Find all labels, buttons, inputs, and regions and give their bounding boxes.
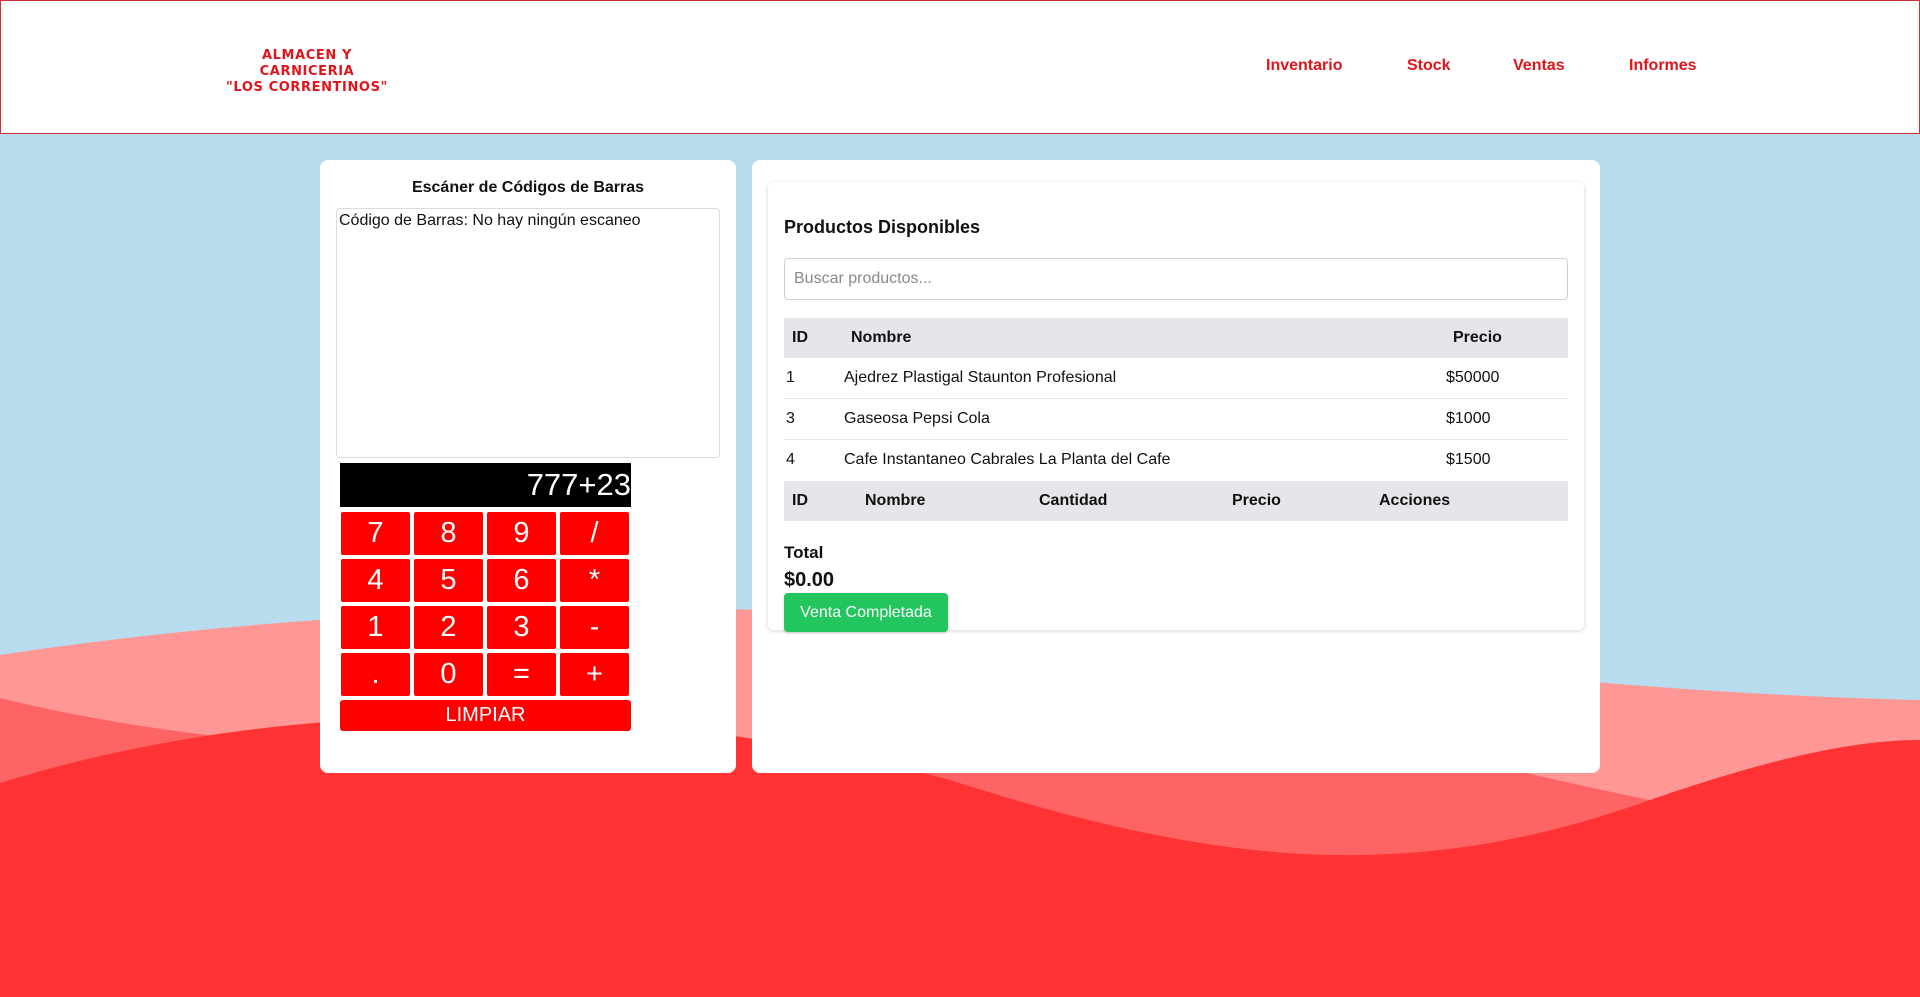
table-row[interactable]: 4 Cafe Instantaneo Cabrales La Planta de… xyxy=(784,440,1568,481)
top-header: ALMACEN Y CARNICERIA "LOS CORRENTINOS" I… xyxy=(0,0,1920,134)
products-table-header: ID Nombre Precio xyxy=(784,318,1568,358)
table-row[interactable]: 1 Ajedrez Plastigal Staunton Profesional… xyxy=(784,358,1568,399)
product-search-input[interactable] xyxy=(784,258,1568,300)
calc-key-multiply[interactable]: * xyxy=(559,558,630,603)
products-card: Productos Disponibles ID Nombre Precio 1… xyxy=(752,160,1600,773)
scan-status-text: Código de Barras: No hay ningún escaneo xyxy=(339,212,641,229)
cart-col-id: ID xyxy=(792,492,808,509)
col-nombre: Nombre xyxy=(851,329,912,346)
row-id: 4 xyxy=(786,451,795,468)
products-table: ID Nombre Precio 1 Ajedrez Plastigal Sta… xyxy=(784,318,1568,521)
calc-key-7[interactable]: 7 xyxy=(340,511,411,556)
scanner-card: Escáner de Códigos de Barras Código de B… xyxy=(320,160,736,773)
calculator-display: 777+23 xyxy=(340,463,631,507)
table-row[interactable]: 3 Gaseosa Pepsi Cola $1000 xyxy=(784,399,1568,440)
calc-key-8[interactable]: 8 xyxy=(413,511,484,556)
col-id: ID xyxy=(792,329,808,346)
calc-key-divide[interactable]: / xyxy=(559,511,630,556)
complete-sale-button[interactable]: Venta Completada xyxy=(784,593,948,632)
total-label: Total xyxy=(784,543,824,562)
row-name: Ajedrez Plastigal Staunton Profesional xyxy=(844,369,1117,386)
calc-key-1[interactable]: 1 xyxy=(340,605,411,650)
products-panel: Productos Disponibles ID Nombre Precio 1… xyxy=(768,182,1584,632)
main-nav: Inventario Stock Ventas Informes xyxy=(1,57,1920,79)
calc-key-minus[interactable]: - xyxy=(559,605,630,650)
row-price: $50000 xyxy=(1446,369,1500,386)
row-name: Cafe Instantaneo Cabrales La Planta del … xyxy=(844,451,1171,468)
calc-key-0[interactable]: 0 xyxy=(413,652,484,697)
nav-informes[interactable]: Informes xyxy=(1629,57,1697,75)
row-id: 1 xyxy=(786,369,795,386)
col-precio: Precio xyxy=(1453,329,1502,346)
calc-key-4[interactable]: 4 xyxy=(340,558,411,603)
nav-stock[interactable]: Stock xyxy=(1407,57,1451,75)
scanner-title: Escáner de Códigos de Barras xyxy=(411,179,645,196)
products-title: Productos Disponibles xyxy=(784,217,981,237)
nav-ventas[interactable]: Ventas xyxy=(1513,57,1565,75)
calc-key-3[interactable]: 3 xyxy=(486,605,557,650)
cart-col-precio: Precio xyxy=(1232,492,1281,509)
calc-key-equals[interactable]: = xyxy=(486,652,557,697)
row-id: 3 xyxy=(786,410,795,427)
row-price: $1000 xyxy=(1446,410,1491,427)
calc-key-5[interactable]: 5 xyxy=(413,558,484,603)
calc-key-2[interactable]: 2 xyxy=(413,605,484,650)
calculator: 777+23 7 8 9 / 4 5 6 * 1 2 3 - . 0 = + L… xyxy=(340,463,631,731)
calc-key-6[interactable]: 6 xyxy=(486,558,557,603)
calc-key-decimal[interactable]: . xyxy=(340,652,411,697)
cart-col-nombre: Nombre xyxy=(865,492,926,509)
nav-inventario[interactable]: Inventario xyxy=(1266,57,1342,75)
calculator-keypad: 7 8 9 / 4 5 6 * 1 2 3 - . 0 = + xyxy=(340,511,631,697)
cart-table-header: ID Nombre Cantidad Precio Acciones xyxy=(784,481,1568,521)
calc-key-plus[interactable]: + xyxy=(559,652,630,697)
cart-col-acciones: Acciones xyxy=(1379,492,1451,509)
row-name: Gaseosa Pepsi Cola xyxy=(844,410,990,427)
row-price: $1500 xyxy=(1446,451,1491,468)
cart-col-cantidad: Cantidad xyxy=(1039,492,1108,509)
calc-clear-button[interactable]: LIMPIAR xyxy=(340,700,631,731)
total-value: $0.00 xyxy=(784,569,835,591)
calc-key-9[interactable]: 9 xyxy=(486,511,557,556)
scan-area[interactable]: Código de Barras: No hay ningún escaneo xyxy=(336,208,720,458)
logo-line-2: "LOS CORRENTINOS" xyxy=(226,80,388,95)
